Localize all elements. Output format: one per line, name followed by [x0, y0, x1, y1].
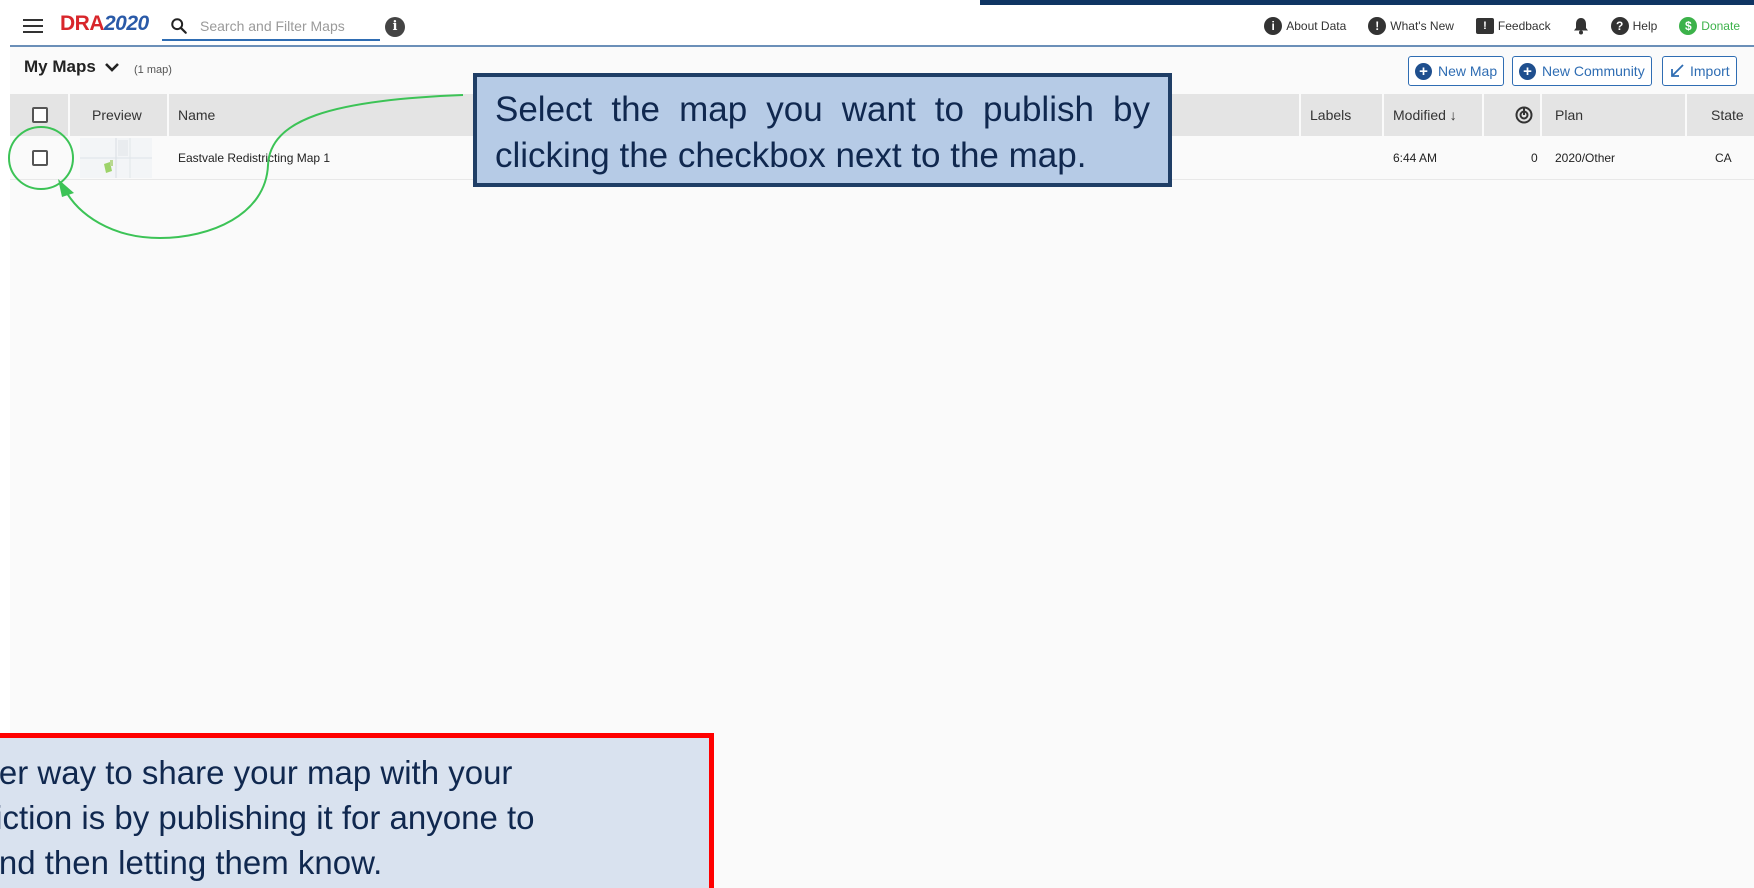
nav-whats-new[interactable]: ! What's New — [1368, 17, 1454, 35]
info-icon: i — [1264, 17, 1283, 35]
tip-callout: other way to share your map with your is… — [0, 733, 714, 888]
nav-notifications[interactable] — [1573, 17, 1589, 35]
column-divider — [167, 94, 169, 136]
nav-about-data[interactable]: i About Data — [1264, 17, 1346, 35]
dollar-icon: $ — [1679, 17, 1698, 35]
new-badge-icon: ! — [1368, 17, 1387, 35]
new-map-button[interactable]: + New Map — [1408, 56, 1505, 86]
new-map-label: New Map — [1438, 63, 1498, 79]
nav-help[interactable]: ? Help — [1610, 17, 1658, 35]
nav-donate-label: Donate — [1701, 19, 1740, 33]
map-preview-image — [80, 138, 152, 178]
column-divider — [1685, 94, 1687, 136]
feedback-icon: ! — [1475, 18, 1494, 34]
menu-icon[interactable] — [22, 16, 44, 36]
map-state: CA — [1715, 151, 1732, 165]
row-select-checkbox[interactable] — [32, 150, 48, 166]
map-modified: 6:44 AM — [1393, 151, 1438, 165]
bell-icon — [1573, 18, 1588, 35]
logo-year: 2020 — [104, 12, 149, 35]
map-plan: 2020/Other — [1555, 151, 1616, 165]
column-plan[interactable]: Plan — [1555, 94, 1583, 136]
column-divider — [1482, 94, 1484, 136]
search-input[interactable] — [200, 14, 376, 38]
search-icon[interactable] — [170, 17, 188, 35]
column-preview: Preview — [92, 107, 142, 123]
column-labels[interactable]: Labels — [1310, 94, 1351, 136]
logo-dra: DRA — [60, 12, 105, 35]
column-divider — [1540, 94, 1542, 136]
my-maps-dropdown[interactable]: My Maps — [24, 57, 120, 77]
new-community-button[interactable]: + New Community — [1512, 56, 1652, 86]
tip-line-3: e and then letting them know. — [0, 844, 383, 881]
top-nav: i About Data ! What's New ! Feedback ? H… — [1264, 5, 1754, 47]
completeness-icon[interactable] — [1515, 106, 1533, 124]
chevron-down-icon — [104, 63, 119, 72]
top-bar: DRA2020 i i About Data ! What's New ! Fe… — [10, 5, 1754, 47]
map-count: (1 map) — [134, 64, 172, 76]
search-bar — [162, 11, 380, 41]
column-name[interactable]: Name — [178, 94, 215, 136]
my-maps-title: My Maps — [24, 57, 96, 76]
import-arrow-icon — [1671, 64, 1684, 77]
tip-line-2: isdiction is by publishing it for anyone… — [0, 799, 535, 836]
app-logo[interactable]: DRA2020 — [60, 12, 149, 36]
map-preview-thumbnail[interactable] — [80, 138, 152, 178]
nav-whats-new-label: What's New — [1390, 19, 1454, 33]
column-divider — [68, 94, 70, 136]
import-button[interactable]: Import — [1662, 56, 1737, 86]
nav-help-label: Help — [1632, 19, 1658, 33]
plus-icon: + — [1415, 62, 1432, 80]
nav-donate[interactable]: $ Donate — [1679, 17, 1740, 35]
search-info-icon[interactable]: i — [385, 17, 405, 37]
import-label: Import — [1690, 63, 1730, 79]
instruction-callout: Select the map you want to publish by cl… — [473, 73, 1172, 187]
new-community-label: New Community — [1542, 63, 1645, 79]
map-name[interactable]: Eastvale Redistricting Map 1 — [178, 136, 330, 180]
select-all-checkbox[interactable] — [32, 107, 48, 123]
tip-line-1: other way to share your map with your — [0, 754, 513, 791]
column-divider — [1382, 94, 1384, 136]
nav-about-data-label: About Data — [1286, 19, 1347, 33]
map-completeness-count: 0 — [1531, 151, 1538, 165]
help-icon: ? — [1610, 17, 1629, 35]
column-divider — [1299, 94, 1301, 136]
nav-feedback-label: Feedback — [1497, 19, 1551, 33]
plus-icon: + — [1519, 62, 1536, 80]
nav-feedback[interactable]: ! Feedback — [1475, 18, 1551, 34]
column-modified[interactable]: Modified ↓ — [1393, 94, 1457, 136]
column-state[interactable]: State — [1711, 94, 1744, 136]
